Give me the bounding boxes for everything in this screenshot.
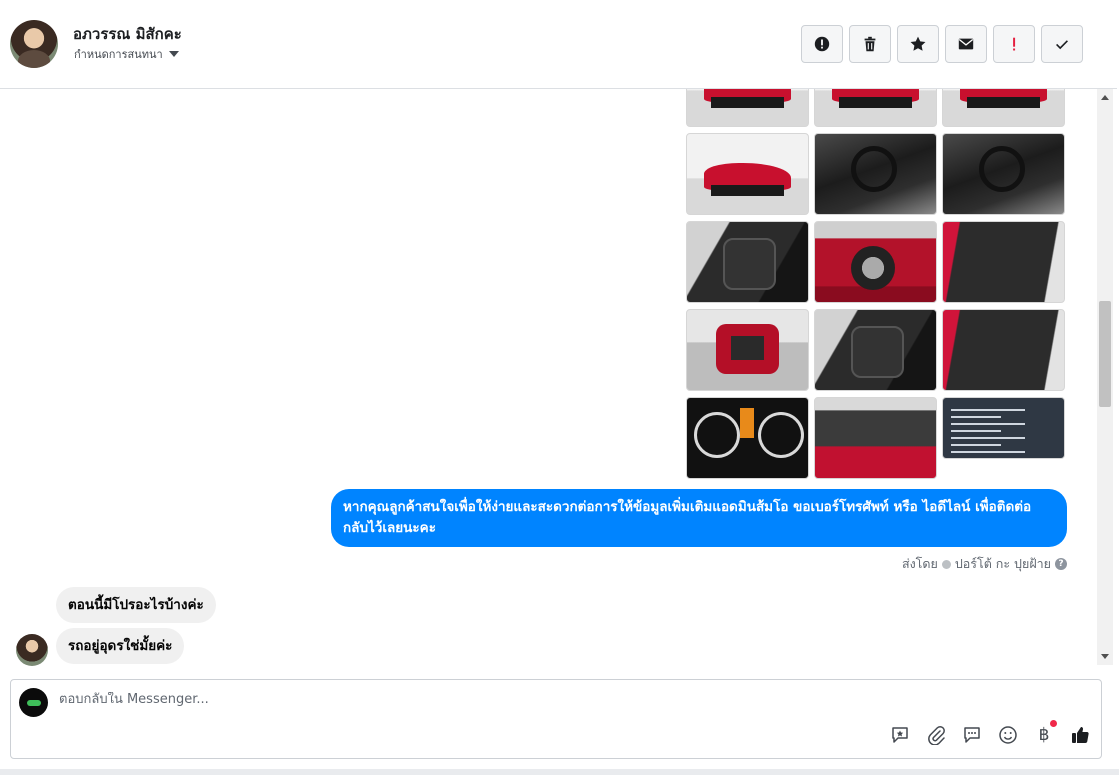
reply-composer: ฿ (10, 679, 1102, 759)
message-template-button[interactable] (961, 724, 983, 746)
outgoing-message[interactable]: หากคุณลูกค้าสนใจเพื่อให้ง่ายและสะดวกต่อก… (331, 489, 1067, 547)
exclamation-circle-icon (814, 36, 830, 52)
emoji-button[interactable] (997, 724, 1019, 746)
like-button[interactable] (1069, 724, 1091, 746)
trash-icon (864, 36, 876, 52)
priority-button[interactable] (993, 25, 1035, 63)
car-photo[interactable] (942, 221, 1065, 303)
conversation-header: อภวรรณ มิสักคะ กำหนดการสนทนา (0, 0, 1117, 89)
exclamation-icon (1013, 37, 1016, 51)
contact-avatar[interactable] (10, 20, 58, 68)
check-icon (1056, 40, 1068, 50)
incoming-message[interactable]: ตอนนี้มีโปรอะไรบ้างค่ะ (56, 587, 216, 623)
sent-by-prefix: ส่งโดย (901, 556, 938, 571)
car-photo[interactable] (686, 221, 809, 303)
payment-button[interactable]: ฿ (1033, 720, 1057, 746)
thread-scrollbar[interactable] (1097, 89, 1113, 665)
car-photo[interactable] (814, 309, 937, 391)
car-photo[interactable] (686, 397, 809, 479)
chat-bubble-icon (964, 727, 980, 743)
conversation-status-label: กำหนดการสนทนา (74, 48, 163, 61)
emoji-icon (999, 726, 1017, 744)
car-photo[interactable] (942, 309, 1065, 391)
baht-payment-icon: ฿ (1038, 725, 1050, 745)
header-actions (801, 25, 1083, 63)
saved-reply-button[interactable] (889, 724, 911, 746)
car-photo[interactable] (942, 133, 1065, 215)
attach-file-button[interactable] (925, 724, 947, 746)
done-button[interactable] (1041, 25, 1083, 63)
incoming-message[interactable]: รถอยู่อุดรใช่มั้ยค่ะ (56, 628, 185, 664)
star-button[interactable] (897, 25, 939, 63)
delete-button[interactable] (849, 25, 891, 63)
scroll-up-icon[interactable] (1101, 95, 1109, 100)
car-document-photo[interactable] (942, 397, 1065, 459)
car-photo[interactable] (814, 397, 937, 479)
reply-input[interactable] (59, 692, 1059, 707)
saved-reply-icon (892, 727, 908, 743)
star-icon (910, 36, 926, 51)
scroll-down-icon[interactable] (1101, 654, 1109, 659)
composer-tools: ฿ (889, 720, 1091, 746)
caret-down-icon (168, 51, 179, 57)
car-photo[interactable] (942, 89, 1065, 127)
help-icon[interactable]: ? (1055, 558, 1067, 570)
car-photo[interactable] (814, 221, 937, 303)
sent-by-name: ปอร์โต้ กะ ปุยฝ้าย (954, 556, 1051, 571)
envelope-icon (958, 38, 974, 50)
mark-unread-button[interactable] (945, 25, 987, 63)
contact-name[interactable]: อภวรรณ มิสักคะ (73, 22, 182, 46)
car-photo[interactable] (686, 89, 809, 127)
car-photo[interactable] (686, 309, 809, 391)
notification-dot (1050, 720, 1057, 727)
car-photo[interactable] (814, 89, 937, 127)
attachment-icon (928, 725, 945, 745)
bottom-strip (0, 769, 1119, 775)
thumbs-up-icon (1072, 727, 1089, 744)
contact-avatar-small[interactable] (16, 634, 48, 666)
scroll-thumb[interactable] (1099, 301, 1111, 407)
report-button[interactable] (801, 25, 843, 63)
page-avatar (19, 688, 48, 717)
car-photo[interactable] (814, 133, 937, 215)
car-photo[interactable] (686, 133, 809, 215)
sent-by-info: ส่งโดย ปอร์โต้ กะ ปุยฝ้าย ? (902, 554, 1067, 574)
verified-icon (941, 559, 951, 569)
messenger-inbox-conversation: อภวรรณ มิสักคะ กำหนดการสนทนา หากคุณลูกค้… (0, 0, 1119, 775)
message-thread: หากคุณลูกค้าสนใจเพื่อให้ง่ายและสะดวกต่อก… (0, 89, 1097, 669)
conversation-status-dropdown[interactable]: กำหนดการสนทนา (74, 45, 179, 63)
